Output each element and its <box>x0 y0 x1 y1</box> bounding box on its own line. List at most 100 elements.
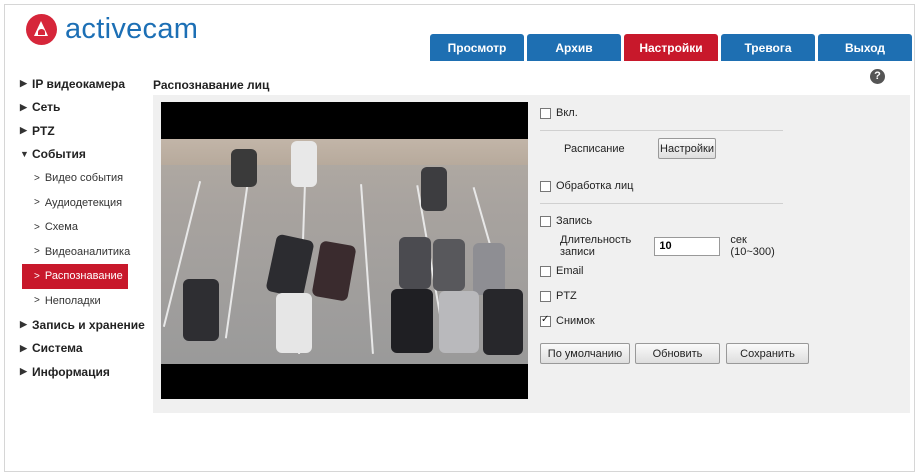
sidebar-item-network[interactable]: ▶ Сеть <box>20 96 152 120</box>
sidebar-item-information[interactable]: ▶ Информация <box>20 360 152 384</box>
car <box>483 289 523 355</box>
email-row: Email <box>540 265 584 277</box>
sidebar-subitem-label: Неполадки <box>44 294 101 307</box>
divider <box>540 203 783 204</box>
sidebar-subitem-video-analytics[interactable]: > Видеоаналитика <box>20 240 152 265</box>
default-button[interactable]: По умолчанию <box>540 343 630 364</box>
triangle-right-icon: ▶ <box>20 101 27 112</box>
sidebar-item-ptz[interactable]: ▶ PTZ <box>20 119 152 143</box>
sidebar-item-label: Запись и хранение <box>32 317 145 332</box>
action-buttons: По умолчанию Обновить Сохранить <box>540 343 809 364</box>
ptz-row: PTZ <box>540 290 577 302</box>
tab-view[interactable]: Просмотр <box>430 34 524 61</box>
ptz-label: PTZ <box>556 290 577 302</box>
car <box>183 279 219 341</box>
duration-unit: сек (10~300) <box>730 234 775 258</box>
triangle-right-icon: ▶ <box>20 366 27 377</box>
divider <box>540 130 783 131</box>
car <box>439 291 479 353</box>
tab-alarm[interactable]: Тревога <box>721 34 815 61</box>
sidebar-subitem-scheme[interactable]: > Схема <box>20 215 152 240</box>
chevron-right-icon: > <box>34 172 40 184</box>
sidebar-item-label: Система <box>32 341 83 356</box>
parking-line <box>360 184 374 354</box>
video-preview <box>161 102 528 399</box>
sidebar-subitem-faults[interactable]: > Неполадки <box>20 289 152 314</box>
chevron-right-icon: > <box>34 295 40 307</box>
sidebar-subitem-video-events[interactable]: > Видео события <box>20 166 152 191</box>
car <box>473 243 505 295</box>
sidebar-subitem-audio-detection[interactable]: > Аудиодетекция <box>20 191 152 216</box>
save-button[interactable]: Сохранить <box>726 343 809 364</box>
enable-row: Вкл. <box>540 107 578 119</box>
ptz-checkbox[interactable] <box>540 290 551 302</box>
tab-archive[interactable]: Архив <box>527 34 621 61</box>
car <box>311 240 357 302</box>
triangle-right-icon: ▶ <box>20 78 27 89</box>
sidebar-item-label: События <box>32 147 86 162</box>
record-row: Запись <box>540 215 592 227</box>
parking-line <box>224 179 250 339</box>
enable-label: Вкл. <box>556 107 578 119</box>
chevron-right-icon: > <box>34 221 40 233</box>
building-wall <box>161 139 528 165</box>
sidebar-item-label: PTZ <box>32 123 55 138</box>
snapshot-label: Снимок <box>556 315 595 327</box>
schedule-settings-button[interactable]: Настройки <box>658 138 716 159</box>
sidebar-item-recording-storage[interactable]: ▶ Запись и хранение <box>20 313 152 337</box>
record-label: Запись <box>556 215 593 227</box>
chevron-right-icon: > <box>34 197 40 209</box>
duration-label: Длительность записи <box>560 234 632 258</box>
sidebar-subitem-label: Видеоаналитика <box>44 245 131 258</box>
chevron-right-icon: > <box>34 246 40 258</box>
sidebar-item-label: IP видеокамера <box>32 76 126 91</box>
sidebar-subitem-label: Видео события <box>44 172 124 185</box>
enable-checkbox[interactable] <box>540 107 551 119</box>
face-processing-row: Обработка лиц <box>540 180 633 192</box>
help-icon[interactable]: ? <box>870 69 885 84</box>
refresh-button[interactable]: Обновить <box>635 343 720 364</box>
brand-name: activecam <box>65 13 199 45</box>
sidebar-subitem-label: Схема <box>44 221 78 234</box>
car <box>265 233 315 299</box>
car <box>433 239 465 291</box>
top-navigation: Просмотр Архив Настройки Тревога Выход <box>430 34 912 61</box>
car <box>421 167 447 211</box>
snapshot-row: Снимок <box>540 314 595 327</box>
car <box>399 237 431 289</box>
brand-logo: activecam <box>26 14 198 45</box>
sidebar-subitem-label: Распознавание <box>44 270 123 283</box>
sidebar-subitem-label: Аудиодетекция <box>44 196 123 209</box>
sidebar-subitem-recognition[interactable]: > Распознавание <box>22 264 128 289</box>
duration-row: Длительность записи сек (10~300) <box>560 234 785 258</box>
triangle-right-icon: ▶ <box>20 125 27 136</box>
sidebar: ▶ IP видеокамера ▶ Сеть ▶ PTZ ▼ События … <box>20 72 152 384</box>
sidebar-item-label: Информация <box>32 364 110 379</box>
car <box>276 293 312 353</box>
schedule-label: Расписание <box>564 142 625 155</box>
car <box>231 149 257 187</box>
sidebar-item-events[interactable]: ▼ События <box>20 143 152 167</box>
activecam-logo-icon <box>26 14 57 45</box>
face-processing-checkbox[interactable] <box>540 180 551 192</box>
car <box>391 289 433 353</box>
email-checkbox[interactable] <box>540 265 551 277</box>
duration-input[interactable] <box>654 236 721 256</box>
car <box>291 141 317 187</box>
email-label: Email <box>556 265 584 277</box>
face-processing-label: Обработка лиц <box>556 180 634 192</box>
schedule-row: Расписание Настройки <box>564 138 716 159</box>
sidebar-item-system[interactable]: ▶ Система <box>20 337 152 361</box>
triangle-down-icon: ▼ <box>20 149 29 160</box>
chevron-right-icon: > <box>34 270 40 282</box>
page-title: Распознавание лиц <box>153 78 270 92</box>
sidebar-item-label: Сеть <box>32 100 61 115</box>
triangle-right-icon: ▶ <box>20 319 27 330</box>
triangle-right-icon: ▶ <box>20 342 27 353</box>
record-checkbox[interactable] <box>540 215 551 227</box>
sidebar-item-ip-camera[interactable]: ▶ IP видеокамера <box>20 72 152 96</box>
camera-image <box>161 139 528 364</box>
snapshot-checkbox[interactable] <box>540 314 551 327</box>
tab-settings[interactable]: Настройки <box>624 34 718 61</box>
tab-logout[interactable]: Выход <box>818 34 912 61</box>
